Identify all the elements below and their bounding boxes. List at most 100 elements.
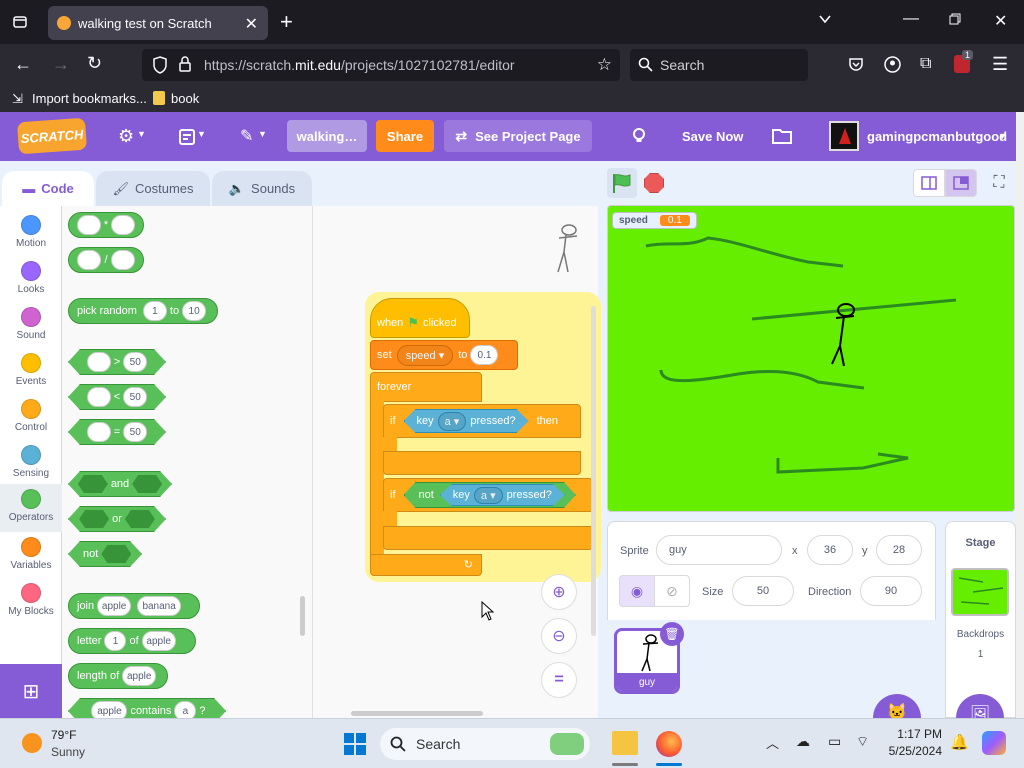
tray-network-icon[interactable]: ⌔ [856,733,869,751]
key-pressed-block[interactable]: key a ▾ pressed? [404,409,529,433]
sprite-name-input[interactable]: guy [656,535,782,565]
weather-desc[interactable]: Sunny [51,745,85,759]
url-bar[interactable]: https://scratch. mit.edu/projects/1027102… [142,49,620,81]
bookmark-star-icon[interactable]: ☆ [597,55,612,75]
direction-input[interactable]: 90 [860,576,922,606]
category-sensing[interactable]: Sensing [0,440,62,486]
random-to-input[interactable]: 10 [182,301,207,321]
script-h-scrollbar[interactable] [351,711,483,716]
bool-slot[interactable] [79,510,109,528]
add-extension-button[interactable]: ⊞ [0,664,62,718]
zoom-in-button[interactable]: ⊕ [541,574,577,610]
contains-input-a[interactable]: apple [91,701,127,718]
taskbar-search[interactable]: Search [380,728,590,760]
restore-icon[interactable] [949,12,961,30]
zoom-out-button[interactable]: ⊖ [541,618,577,654]
operand-slot[interactable] [87,387,111,407]
operand-slot[interactable]: 50 [123,422,147,442]
large-stage-button[interactable] [945,169,977,197]
size-input[interactable]: 50 [732,576,794,606]
length-of-block[interactable]: length of apple [68,663,168,689]
not-block[interactable]: not [68,541,142,567]
letter-index-input[interactable]: 1 [104,631,127,651]
join-input-b[interactable]: banana [137,596,182,616]
x-input[interactable]: 36 [807,535,853,565]
my-stuff-folder-icon[interactable] [772,128,792,149]
set-value-input[interactable]: 0.1 [470,345,499,365]
bookmark-book[interactable]: book [171,91,199,106]
tray-display-icon[interactable]: ▭ [828,733,841,750]
y-input[interactable]: 28 [876,535,922,565]
new-tab-icon[interactable]: + [280,9,293,35]
green-flag-button[interactable] [607,168,637,198]
close-tab-icon[interactable]: ✕ [245,14,258,34]
delete-sprite-button[interactable]: 🗑 [660,622,684,646]
operand-slot[interactable] [76,215,101,235]
settings-gear-icon[interactable]: ⚙ [118,126,134,147]
length-input[interactable]: apple [122,666,157,686]
username[interactable]: gamingpcmanbutgood [867,129,1007,144]
file-menu-icon[interactable] [179,128,197,151]
tab-overflow-chevron-icon[interactable] [818,12,832,31]
operand-slot[interactable] [87,422,111,442]
divide-block[interactable]: / [68,247,144,273]
back-icon[interactable]: ← [14,54,32,75]
stage-canvas[interactable]: speed 0.1 [607,205,1015,512]
stage-thumbnail[interactable] [951,568,1009,616]
letter-string-input[interactable]: apple [141,631,176,651]
notification-bell-icon[interactable]: 🔔 [950,733,969,751]
or-block[interactable]: or [68,506,166,532]
category-control[interactable]: Control [0,394,62,440]
extensions-icon[interactable]: ⧉ [920,55,931,73]
operand-slot[interactable] [110,250,135,270]
tray-date[interactable]: 5/25/2024 [882,744,942,758]
tray-chevron-up-icon[interactable]: ︿ [766,733,779,752]
forward-icon[interactable]: → [52,54,70,75]
operand-slot[interactable] [111,215,136,235]
lock-icon[interactable] [178,56,192,77]
if-not-block[interactable]: if not key a ▾ pressed? [383,478,593,512]
join-block[interactable]: join apple banana [68,593,200,619]
fullscreen-button[interactable]: ⛶ [985,169,1013,197]
operand-slot[interactable]: 50 [123,352,147,372]
script-area[interactable]: when ⚑ clicked set speed ▾ to 0.1 foreve… [312,206,601,718]
operand-slot[interactable] [87,352,111,372]
forever-block[interactable]: forever [370,372,482,402]
stop-button[interactable] [644,173,664,193]
bool-slot[interactable] [101,545,131,563]
reload-icon[interactable]: ↻ [87,53,102,74]
menu-hamburger-icon[interactable]: ☰ [992,54,1008,75]
category-my-blocks[interactable]: My Blocks [0,578,62,624]
key-pressed-block[interactable]: key a ▾ pressed? [440,484,565,506]
scratch-logo[interactable]: SCRATCH [16,117,88,155]
if-then-block[interactable]: if key a ▾ pressed? then [383,404,581,438]
contains-input-b[interactable]: a [174,701,196,718]
project-title-input[interactable]: walking… [287,120,367,152]
bookmark-import[interactable]: Import bookmarks... [32,91,147,106]
weather-sun-icon[interactable] [22,733,42,753]
variable-dropdown[interactable]: speed ▾ [396,344,454,366]
browser-search-box[interactable]: Search [630,49,808,81]
bool-slot[interactable] [125,510,155,528]
pick-random-block[interactable]: pick random 1 to 10 [68,298,218,324]
category-operators[interactable]: Operators [0,484,62,532]
less-than-block[interactable]: <50 [68,384,166,410]
save-now-button[interactable]: Save Now [682,129,743,144]
zoom-reset-button[interactable]: = [541,662,577,698]
theme-lightbulb-icon[interactable] [630,126,648,151]
page-scrollbar[interactable] [1016,112,1024,718]
tab-sounds[interactable]: 🔈 Sounds [212,171,312,206]
category-looks[interactable]: Looks [0,256,62,302]
shield-icon[interactable] [152,56,168,79]
category-events[interactable]: Events [0,348,62,394]
edit-pencil-icon[interactable]: ✎ [240,126,253,146]
when-flag-clicked-block[interactable]: when ⚑ clicked [370,298,470,338]
category-variables[interactable]: Variables [0,532,62,578]
show-sprite-button[interactable]: ◉ [619,575,655,607]
join-input-a[interactable]: apple [97,596,132,616]
letter-of-block[interactable]: letter 1 of apple [68,628,196,654]
share-button[interactable]: Share [376,120,434,152]
category-motion[interactable]: Motion [0,210,62,256]
key-dropdown[interactable]: a ▾ [438,412,467,431]
user-avatar[interactable] [829,121,859,151]
